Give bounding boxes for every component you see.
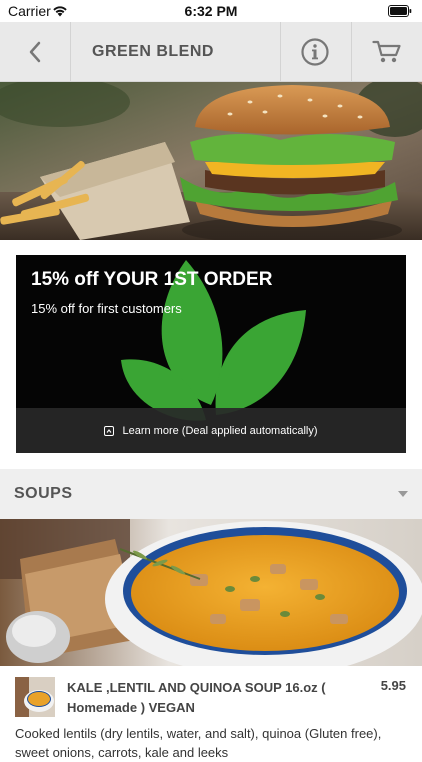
status-time: 6:32 PM	[184, 3, 238, 19]
nav-bar: GREEN BLEND	[0, 22, 422, 82]
cart-icon	[371, 40, 401, 62]
nav-divider	[70, 22, 71, 81]
menu-item[interactable]: KALE ,LENTIL AND QUINOA SOUP 16.oz ( Hom…	[0, 666, 422, 760]
info-button[interactable]	[280, 22, 350, 81]
section-title: SOUPS	[14, 485, 73, 502]
section-header-soups[interactable]: SOUPS	[0, 469, 422, 519]
status-bar: Carrier 6:32 PM	[0, 0, 422, 22]
promo-banner[interactable]: 15% off YOUR 1ST ORDER 15% off for first…	[16, 255, 406, 453]
page-title: GREEN BLEND	[92, 43, 214, 60]
item-description: Cooked lentils (dry lentils, water, and …	[15, 726, 382, 760]
battery-icon	[388, 5, 412, 17]
promo-title: 15% off YOUR 1ST ORDER	[31, 269, 273, 290]
item-price: 5.95	[380, 678, 406, 693]
cart-button[interactable]	[351, 22, 422, 81]
info-icon	[301, 37, 329, 66]
learn-more-link[interactable]: Learn more (Deal applied automatically)	[16, 408, 406, 453]
chevron-down-icon	[398, 491, 408, 497]
hero-image	[0, 82, 422, 240]
item-name: KALE ,LENTIL AND QUINOA SOUP 16.oz ( Hom…	[67, 680, 326, 715]
external-link-icon	[104, 425, 115, 436]
back-button[interactable]	[0, 22, 70, 81]
learn-more-label: Learn more (Deal applied automatically)	[122, 424, 318, 437]
back-icon	[29, 41, 41, 62]
section-image	[0, 519, 422, 666]
item-thumbnail	[15, 677, 55, 717]
promo-subtitle: 15% off for first customers	[31, 301, 182, 316]
